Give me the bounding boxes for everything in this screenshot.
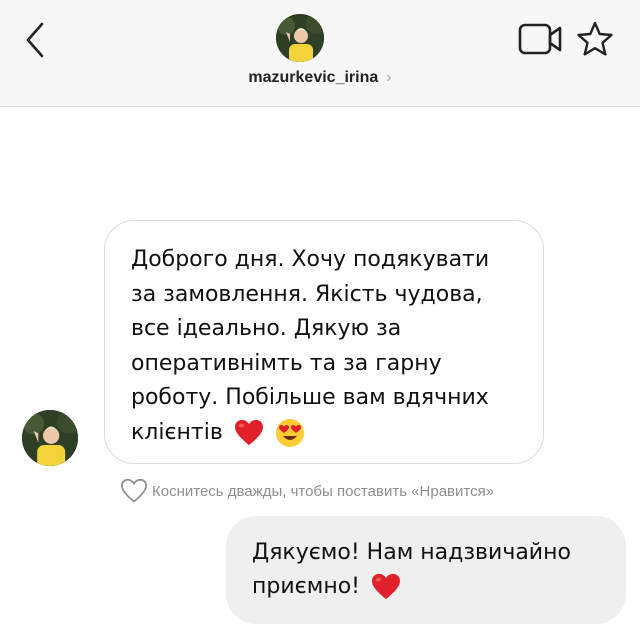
star-icon bbox=[577, 21, 613, 56]
red-heart-icon bbox=[371, 573, 400, 600]
message-line-last: приємно! bbox=[252, 570, 604, 604]
chat-header: mazurkevic_irina › bbox=[0, 0, 640, 107]
star-button[interactable] bbox=[576, 20, 614, 58]
red-heart-icon bbox=[234, 419, 263, 445]
back-icon bbox=[26, 22, 44, 58]
message-line: все ідеально. Дякую за bbox=[131, 316, 402, 341]
video-call-button[interactable] bbox=[518, 22, 562, 56]
avatar bbox=[276, 14, 324, 62]
sender-avatar[interactable] bbox=[22, 410, 78, 466]
incoming-message[interactable]: Доброго дня. Хочу подякувати за замовлен… bbox=[104, 220, 544, 464]
like-hint-text: Коснитесь дважды, чтобы поставить «Нрави… bbox=[152, 482, 495, 500]
message-text: клієнтів bbox=[131, 419, 223, 445]
message-line-last: клієнтів bbox=[131, 416, 517, 451]
outgoing-message[interactable]: Дякуємо! Нам надзвичайно приємно! bbox=[226, 516, 626, 624]
message-line: оперативнімть та за гарну bbox=[131, 350, 442, 376]
username-link[interactable]: mazurkevic_irina › bbox=[0, 66, 640, 90]
message-line: Доброго дня. Хочу подякувати bbox=[131, 247, 490, 272]
message-text: приємно! bbox=[252, 574, 360, 599]
back-button[interactable] bbox=[22, 20, 52, 60]
message-line: за замовлення. Якість чудова, bbox=[131, 281, 483, 307]
double-tap-like-hint[interactable]: Коснитесь дважды, чтобы поставить «Нрави… bbox=[120, 476, 494, 506]
header-avatar[interactable] bbox=[276, 14, 324, 62]
video-call-icon bbox=[518, 23, 562, 55]
heart-outline-icon bbox=[120, 478, 148, 503]
chevron-right-icon: › bbox=[386, 69, 392, 86]
username: mazurkevic_irina bbox=[248, 69, 379, 86]
avatar bbox=[22, 410, 78, 466]
heart-eyes-icon bbox=[275, 418, 304, 447]
message-line: Дякуємо! Нам надзвичайно bbox=[252, 540, 571, 565]
message-line: роботу. Побільше вам вдячних bbox=[131, 385, 489, 410]
